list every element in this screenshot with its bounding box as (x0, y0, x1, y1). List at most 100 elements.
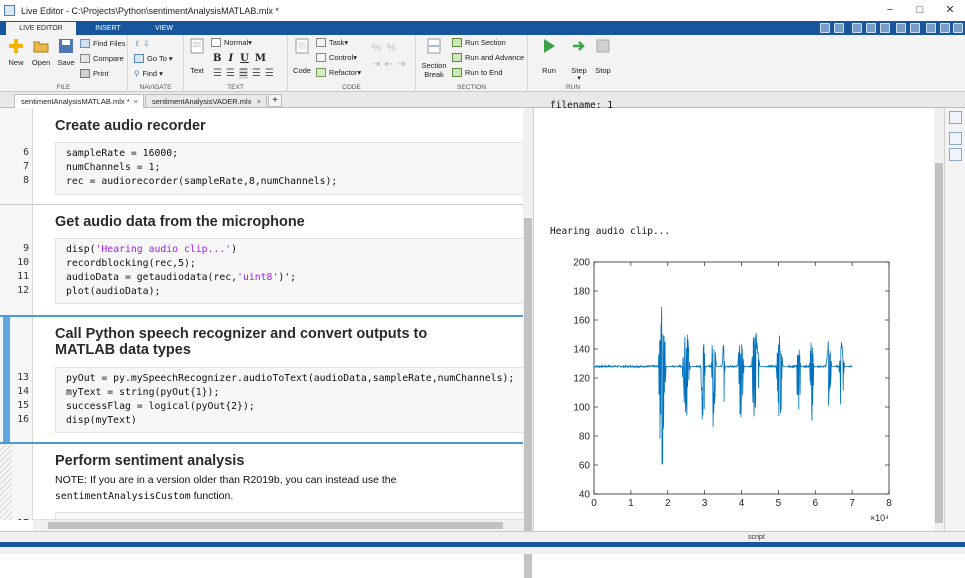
expand-icon[interactable] (953, 23, 963, 33)
x-exponent-label: ×10⁴ (870, 513, 889, 523)
close-tab-icon[interactable]: × (257, 95, 261, 108)
help-icon[interactable] (940, 23, 950, 33)
bold-button[interactable]: B (213, 53, 221, 64)
comment-buttons[interactable]: %% (372, 43, 396, 54)
doc-tab-sentiment-vader[interactable]: sentimentAnalysisVADER.mlx × (145, 94, 267, 108)
run-button[interactable]: Run (536, 38, 562, 75)
output-right-icon[interactable] (949, 132, 962, 145)
run-section-label: Run Section (465, 38, 506, 47)
undo-icon[interactable] (896, 23, 906, 33)
run-advance-button[interactable]: Run and Advance (452, 53, 524, 62)
task-icon (316, 38, 326, 47)
code-line: rec = audiorecorder(sampleRate,8,numChan… (66, 176, 338, 187)
close-button[interactable]: ✕ (935, 0, 965, 21)
editor-vertical-scrollbar[interactable] (523, 108, 533, 578)
save-button[interactable]: Save (55, 38, 77, 67)
doc-tab-sentiment-matlab[interactable]: sentimentAnalysisMATLAB.mlx * × (14, 94, 144, 108)
code-line: disp(myText) (66, 415, 137, 426)
section-break-label: Section (421, 61, 447, 70)
section-break-button[interactable]: Section Break (419, 38, 449, 79)
monospace-button[interactable]: M (255, 53, 266, 64)
note-text-line2[interactable]: sentimentAnalysisCustom function. (55, 490, 233, 502)
compare-button[interactable]: Compare (80, 54, 124, 63)
note-text[interactable]: NOTE: If you are in a version older than… (55, 474, 396, 486)
minimize-button[interactable]: − (875, 0, 905, 21)
navigate-group: ⇧ ⇩ Go To ▾ ⚲ Find ▾ NAVIGATE (128, 35, 184, 92)
align-center-icon: ☰ (251, 68, 261, 79)
paste-icon[interactable] (880, 23, 890, 33)
audio-plot[interactable]: 0 1 2 3 4 5 6 7 8 40 60 80 100 120 140 160 180 200 ×10⁴ (534, 248, 914, 538)
scroll-thumb[interactable] (935, 163, 943, 523)
section-heading[interactable]: Get audio data from the microphone (55, 214, 305, 231)
run-section-button[interactable]: Run Section (452, 38, 506, 47)
control-button[interactable]: Control ▾ (316, 53, 357, 62)
nav-arrows[interactable]: ⇧ ⇩ (134, 39, 150, 48)
open-button[interactable]: Open (30, 38, 52, 67)
run-group-label: RUN (565, 84, 581, 91)
tab-insert[interactable]: INSERT (86, 22, 130, 35)
hide-code-icon[interactable] (949, 148, 962, 161)
code-block[interactable]: disp('Hearing audio clip...') recordbloc… (55, 238, 523, 304)
tab-live-editor[interactable]: LIVE EDITOR (6, 22, 76, 35)
goto-button[interactable]: Go To ▾ (134, 54, 173, 63)
output-pane[interactable]: filename: 1 Hearing audio clip... 0 1 2 3 4 5… (533, 100, 936, 531)
align-left-icon: ☰ (238, 68, 248, 79)
align-right-icon: ☰ (264, 68, 274, 79)
redo-icon[interactable] (910, 23, 920, 33)
horizontal-scrollbar[interactable] (33, 519, 523, 531)
section-heading[interactable]: Create audio recorder (55, 118, 206, 135)
maximize-button[interactable]: □ (905, 0, 935, 21)
section-heading[interactable]: Perform sentiment analysis (55, 453, 244, 470)
numbered-list-icon: ☰ (225, 68, 235, 79)
indent-buttons[interactable]: ⇥ ⇤ ⇥ (372, 59, 405, 70)
close-tab-icon[interactable]: × (134, 95, 138, 108)
find-button[interactable]: ⚲ Find ▾ (134, 69, 163, 78)
code-block[interactable]: sampleRate = 16000; numChannels = 1; rec… (55, 142, 523, 195)
hatched-gutter (0, 444, 12, 520)
task-button[interactable]: Task ▾ (316, 38, 348, 47)
x-tick-label: 5 (776, 498, 782, 509)
stop-button[interactable]: Stop (590, 38, 616, 75)
italic-button[interactable]: I (228, 53, 233, 64)
quick-access-icon[interactable] (820, 23, 830, 33)
scroll-thumb[interactable] (48, 522, 503, 529)
output-vertical-scrollbar[interactable] (934, 108, 944, 531)
y-tick-label: 180 (573, 287, 590, 298)
output-inline-icon[interactable] (949, 111, 962, 124)
find-files-button[interactable]: Find Files (80, 39, 126, 48)
help-icon[interactable] (926, 23, 936, 33)
x-tick-label: 7 (849, 498, 855, 509)
print-button[interactable]: Print (80, 69, 108, 78)
underline-button[interactable]: U (240, 53, 249, 64)
add-tab-button[interactable]: + (268, 94, 282, 107)
refactor-label: Refactor (329, 68, 358, 77)
scroll-thumb[interactable] (524, 218, 532, 578)
line-number: 13 (17, 372, 29, 383)
section-heading-line2[interactable]: MATLAB data types (55, 342, 191, 359)
quick-access-icon[interactable] (834, 23, 844, 33)
code-button[interactable]: Code (290, 38, 314, 75)
print-label: Print (93, 69, 109, 78)
refactor-button[interactable]: Refactor ▾ (316, 68, 361, 77)
line-number: 10 (17, 257, 29, 268)
run-to-end-button[interactable]: Run to End (452, 68, 503, 77)
navigate-group-label: NAVIGATE (139, 84, 172, 91)
code-line: successFlag = logical(pyOut{2}); (66, 401, 255, 412)
find-files-label: Find Files (93, 39, 126, 48)
compare-label: Compare (93, 54, 124, 63)
list-align-buttons[interactable]: ☰ ☰ ☰ ☰ ☰ (213, 68, 274, 79)
code-block[interactable]: pyOut = py.mySpeechRecognizer.audioToTex… (55, 367, 523, 433)
editor-pane[interactable]: Create audio recorder sampleRate = 16000… (0, 108, 523, 520)
copy-icon[interactable] (866, 23, 876, 33)
print-icon (80, 69, 90, 78)
code-line: numChannels = 1; (66, 162, 161, 173)
section-group: Section Break Run Section Run and Advanc… (416, 35, 528, 92)
comment-icon: % (372, 43, 381, 54)
text-button[interactable]: Text (186, 38, 208, 75)
step-button[interactable]: Step ▾ (566, 38, 592, 82)
section-heading[interactable]: Call Python speech recognizer and conver… (55, 326, 427, 343)
tab-view[interactable]: VIEW (144, 22, 184, 35)
cut-icon[interactable] (852, 23, 862, 33)
style-dropdown[interactable]: Normal ▾ (211, 38, 252, 47)
new-button[interactable]: New (5, 38, 27, 67)
